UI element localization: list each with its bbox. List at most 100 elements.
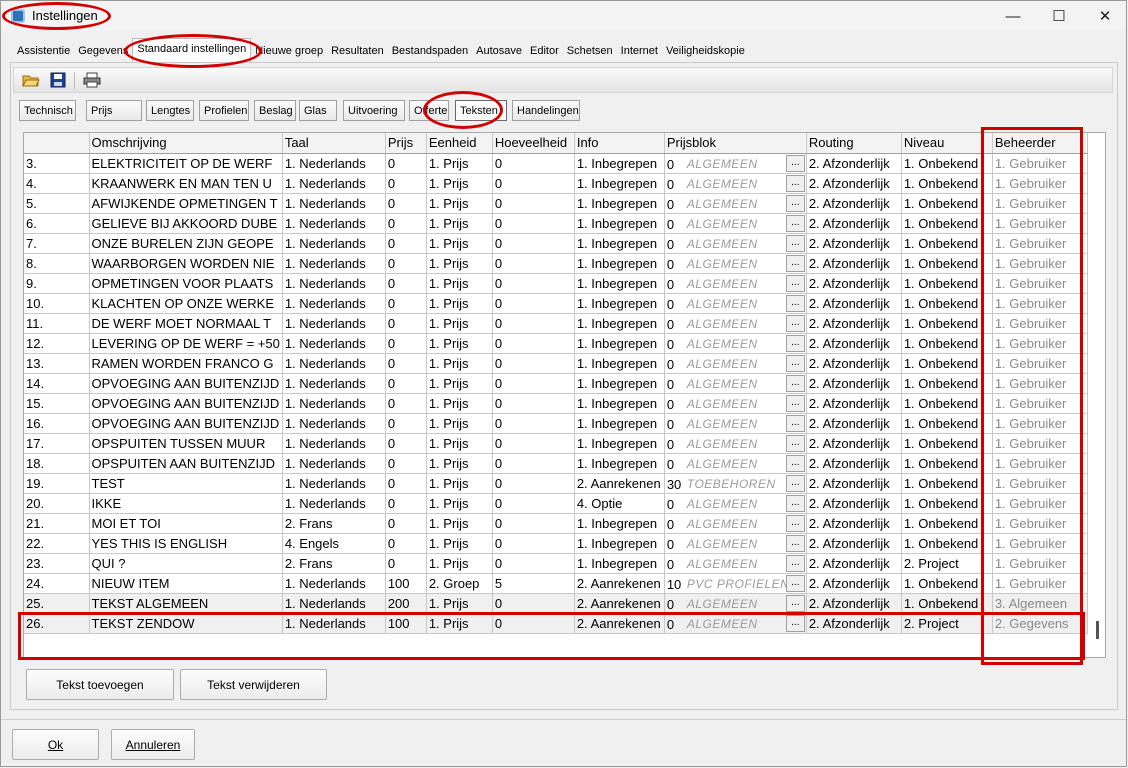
table-cell[interactable]: IKKE <box>89 493 283 514</box>
table-row[interactable]: 3. ELEKTRICITEIT OP DE WERF 1. Nederlands 0… <box>24 153 1088 174</box>
table-cell[interactable]: 2. Afzonderlijk <box>806 533 902 554</box>
tab-nieuwe-groep[interactable]: Nieuwe groep <box>251 41 327 63</box>
add-text-button[interactable]: Tekst toevoegen <box>26 669 174 700</box>
table-cell[interactable]: ONZE BURELEN ZIJN GEOPE <box>89 233 283 254</box>
table-cell[interactable]: 1. Prijs <box>426 533 493 554</box>
prijsblok-browse-button[interactable]: ... <box>785 514 805 532</box>
table-cell[interactable]: 0 <box>385 553 427 574</box>
prijsblok-browse-button[interactable]: ... <box>785 594 805 612</box>
prijsblok-cell[interactable]: 0 ALGEMEEN... <box>664 373 807 394</box>
table-row[interactable]: 10. KLACHTEN OP ONZE WERKE 1. Nederlands 0 1… <box>24 293 1088 314</box>
table-cell[interactable]: 0 <box>385 453 427 474</box>
table-cell[interactable]: 0 <box>385 493 427 514</box>
table-cell[interactable]: 0 <box>385 333 427 354</box>
table-cell[interactable]: 2. Project <box>901 553 993 574</box>
table-cell[interactable]: 1. Prijs <box>426 313 493 334</box>
prijsblok-cell[interactable]: 0 ALGEMEEN... <box>664 513 807 534</box>
table-cell[interactable]: 22. <box>24 533 90 554</box>
table-cell[interactable]: 1. Gebruiker <box>992 293 1088 314</box>
table-cell[interactable]: 0 <box>492 533 575 554</box>
subtab-teksten[interactable]: Teksten <box>455 100 507 121</box>
cancel-button[interactable]: Annuleren <box>111 729 195 760</box>
table-cell[interactable]: 0 <box>492 413 575 434</box>
table-cell[interactable]: 2. Afzonderlijk <box>806 193 902 214</box>
table-cell[interactable]: 1. Inbegrepen <box>574 273 665 294</box>
table-cell[interactable]: 1. Inbegrepen <box>574 193 665 214</box>
table-cell[interactable]: 1. Prijs <box>426 333 493 354</box>
table-cell[interactable]: 1. Prijs <box>426 173 493 194</box>
table-cell[interactable]: 1. Gebruiker <box>992 273 1088 294</box>
table-row[interactable]: 22. YES THIS IS ENGLISH 4. Engels 0 1. Prijs… <box>24 533 1088 554</box>
table-cell[interactable]: 1. Nederlands <box>282 173 386 194</box>
table-cell[interactable]: 1. Gebruiker <box>992 393 1088 414</box>
table-cell[interactable]: 0 <box>385 373 427 394</box>
table-cell[interactable]: QUI ? <box>89 553 283 574</box>
table-cell[interactable]: 1. Onbekend <box>901 433 993 454</box>
table-cell[interactable]: 1. Prijs <box>426 233 493 254</box>
table-cell[interactable]: 2. Aanrekenen <box>574 573 665 594</box>
table-cell[interactable]: 2. Afzonderlijk <box>806 473 902 494</box>
column-header[interactable]: Prijs <box>385 133 427 154</box>
table-cell[interactable]: 1. Prijs <box>426 553 493 574</box>
tab-gegevens[interactable]: Gegevens <box>74 41 132 63</box>
table-cell[interactable]: 1. Nederlands <box>282 253 386 274</box>
prijsblok-cell[interactable]: 0 ALGEMEEN... <box>664 213 807 234</box>
table-cell[interactable]: 12. <box>24 333 90 354</box>
table-cell[interactable]: 1. Nederlands <box>282 413 386 434</box>
table-cell[interactable]: 1. Gebruiker <box>992 173 1088 194</box>
tab-resultaten[interactable]: Resultaten <box>327 41 388 63</box>
table-cell[interactable]: 5. <box>24 193 90 214</box>
tab-veiligheidskopie[interactable]: Veiligheidskopie <box>662 41 749 63</box>
prijsblok-browse-button[interactable]: ... <box>785 614 805 632</box>
table-cell[interactable]: 1. Onbekend <box>901 593 993 614</box>
table-cell[interactable]: 21. <box>24 513 90 534</box>
table-row[interactable]: 14. OPVOEGING AAN BUITENZIJD 1. Nederlands… <box>24 373 1088 394</box>
table-cell[interactable]: 0 <box>492 613 575 634</box>
table-cell[interactable]: KLACHTEN OP ONZE WERKE <box>89 293 283 314</box>
tab-autosave[interactable]: Autosave <box>472 41 526 63</box>
prijsblok-browse-button[interactable]: ... <box>785 474 805 492</box>
table-cell[interactable]: 1. Inbegrepen <box>574 373 665 394</box>
table-cell[interactable]: RAMEN WORDEN FRANCO G <box>89 353 283 374</box>
table-cell[interactable]: 6. <box>24 213 90 234</box>
table-row[interactable]: 18. OPSPUITEN AAN BUITENZIJD 1. Nederlands… <box>24 453 1088 474</box>
table-cell[interactable]: 1. Nederlands <box>282 313 386 334</box>
table-cell[interactable]: 1. Inbegrepen <box>574 173 665 194</box>
table-cell[interactable]: TEKST ZENDOW <box>89 613 283 634</box>
table-cell[interactable]: 1. Onbekend <box>901 573 993 594</box>
table-cell[interactable]: 1. Onbekend <box>901 493 993 514</box>
table-cell[interactable]: 0 <box>492 213 575 234</box>
table-cell[interactable]: 10. <box>24 293 90 314</box>
table-cell[interactable]: OPSPUITEN AAN BUITENZIJD <box>89 453 283 474</box>
table-cell[interactable]: 0 <box>492 493 575 514</box>
table-row[interactable]: 8. WAARBORGEN WORDEN NIE 1. Nederlands 0 1. … <box>24 253 1088 274</box>
table-cell[interactable]: 1. Prijs <box>426 353 493 374</box>
table-cell[interactable]: 1. Onbekend <box>901 453 993 474</box>
table-cell[interactable]: 1. Nederlands <box>282 613 386 634</box>
table-cell[interactable]: 100 <box>385 573 427 594</box>
table-cell[interactable]: 1. Inbegrepen <box>574 293 665 314</box>
table-cell[interactable]: 0 <box>492 513 575 534</box>
table-cell[interactable]: 0 <box>385 253 427 274</box>
table-row[interactable]: 13. RAMEN WORDEN FRANCO G 1. Nederlands 0 1.… <box>24 353 1088 374</box>
prijsblok-cell[interactable]: 0 ALGEMEEN... <box>664 253 807 274</box>
table-cell[interactable]: 0 <box>385 313 427 334</box>
table-cell[interactable]: 1. Onbekend <box>901 533 993 554</box>
prijsblok-cell[interactable]: 0 ALGEMEEN... <box>664 333 807 354</box>
minimize-button[interactable]: — <box>990 1 1036 31</box>
table-cell[interactable]: 24. <box>24 573 90 594</box>
prijsblok-browse-button[interactable]: ... <box>785 374 805 392</box>
table-cell[interactable]: 1. Gebruiker <box>992 253 1088 274</box>
table-cell[interactable]: 19. <box>24 473 90 494</box>
prijsblok-cell[interactable]: 0 ALGEMEEN... <box>664 433 807 454</box>
column-header[interactable]: Beheerder <box>992 133 1088 154</box>
table-cell[interactable]: 8. <box>24 253 90 274</box>
prijsblok-cell[interactable]: 0 ALGEMEEN... <box>664 613 807 634</box>
table-row[interactable]: 11. DE WERF MOET NORMAAL T 1. Nederlands 0 1… <box>24 313 1088 334</box>
prijsblok-cell[interactable]: 0 ALGEMEEN... <box>664 453 807 474</box>
table-cell[interactable]: 2. Afzonderlijk <box>806 213 902 234</box>
table-cell[interactable]: 1. Gebruiker <box>992 493 1088 514</box>
table-cell[interactable]: 1. Onbekend <box>901 193 993 214</box>
table-cell[interactable]: 1. Nederlands <box>282 373 386 394</box>
table-cell[interactable]: 1. Gebruiker <box>992 473 1088 494</box>
